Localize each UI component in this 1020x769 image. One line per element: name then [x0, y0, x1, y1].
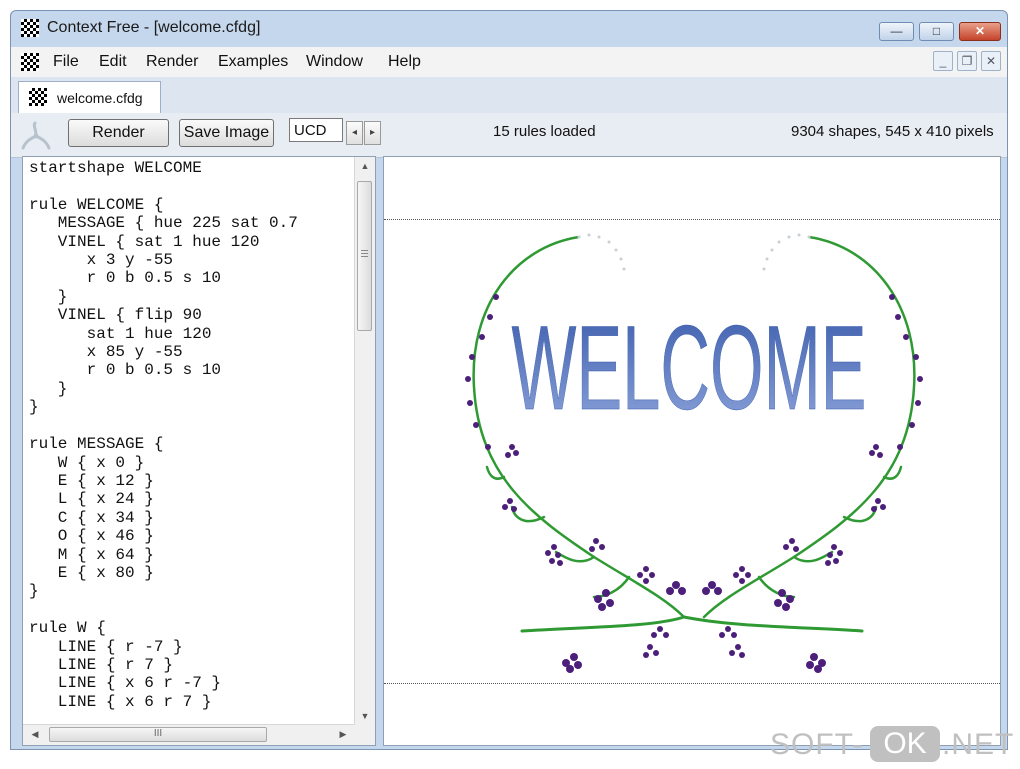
close-button[interactable]: ✕	[959, 22, 1001, 41]
menu-render[interactable]: Render	[144, 51, 200, 73]
title-bar[interactable]: Context Free - [welcome.cfdg] — □ ✕	[11, 11, 1007, 47]
minimize-icon: —	[890, 24, 903, 38]
editor-vertical-scrollbar[interactable]: ▲ ▼	[354, 157, 375, 725]
shapes-status: 9304 shapes, 545 x 410 pixels	[791, 123, 994, 140]
menu-window[interactable]: Window	[304, 51, 365, 73]
menu-examples[interactable]: Examples	[216, 51, 290, 73]
cfdg-source-code[interactable]: startshape WELCOME rule WELCOME { MESSAG…	[29, 159, 298, 711]
scroll-right-icon[interactable]: ▶	[335, 729, 351, 740]
menu-bar: File Edit Render Examples Window Help	[11, 47, 1007, 77]
watermark-right: .NET	[942, 728, 1015, 761]
maximize-button[interactable]: □	[919, 22, 954, 41]
render-canvas[interactable]: WELCOME	[383, 156, 1001, 746]
scroll-up-icon[interactable]: ▲	[357, 161, 373, 171]
watermark-left: SOFT-	[770, 728, 864, 761]
mdi-close-button[interactable]: ✕	[981, 51, 1001, 71]
menu-help[interactable]: Help	[386, 51, 423, 73]
scroll-down-icon[interactable]: ▼	[357, 711, 373, 721]
editor-horizontal-thumb[interactable]: III	[49, 727, 267, 742]
scroll-corner	[355, 725, 375, 745]
context-free-logo-icon	[21, 121, 51, 150]
watermark: SOFT- OK .NET	[768, 724, 1015, 764]
welcome-artwork: WELCOME	[465, 233, 923, 673]
mdi-minimize-button[interactable]: _	[933, 51, 953, 71]
variation-input[interactable]	[289, 118, 343, 142]
mdi-restore-button[interactable]: ❐	[957, 51, 977, 71]
document-checker-icon[interactable]	[21, 53, 39, 71]
menu-edit[interactable]: Edit	[97, 51, 129, 73]
render-button[interactable]: Render	[68, 119, 169, 147]
minimize-button[interactable]: —	[879, 22, 914, 41]
code-editor[interactable]: startshape WELCOME rule WELCOME { MESSAG…	[22, 156, 376, 746]
watermark-pill-text: OK	[883, 727, 927, 760]
window-title: Context Free - [welcome.cfdg]	[47, 19, 261, 36]
vine-tips	[577, 233, 811, 271]
tab-checker-icon	[29, 88, 47, 106]
close-icon: ✕	[974, 24, 986, 38]
watermark-pill: OK	[870, 726, 940, 762]
mdi-minimize-icon: _	[939, 54, 947, 68]
editor-vertical-thumb[interactable]	[357, 181, 372, 331]
variation-next-button[interactable]: ▸	[364, 121, 381, 145]
menu-file[interactable]: File	[51, 51, 81, 73]
save-image-button[interactable]: Save Image	[179, 119, 274, 147]
tab-welcome-cfdg[interactable]: welcome.cfdg	[18, 81, 161, 113]
variation-prev-button[interactable]: ◂	[346, 121, 363, 145]
mdi-close-icon: ✕	[985, 54, 997, 68]
document-tab-strip: welcome.cfdg	[11, 77, 1007, 114]
scroll-left-icon[interactable]: ◀	[27, 729, 43, 740]
chevron-right-icon: ▸	[369, 127, 376, 138]
welcome-text: WELCOME	[512, 301, 867, 435]
rules-status: 15 rules loaded	[493, 123, 596, 140]
tab-label: welcome.cfdg	[57, 90, 143, 106]
maximize-icon: □	[932, 24, 941, 38]
editor-horizontal-scrollbar[interactable]: ◀ III ▶	[23, 724, 355, 745]
app-checker-icon	[21, 19, 39, 37]
chevron-left-icon: ◂	[351, 127, 358, 138]
mdi-restore-icon: ❐	[961, 54, 973, 68]
